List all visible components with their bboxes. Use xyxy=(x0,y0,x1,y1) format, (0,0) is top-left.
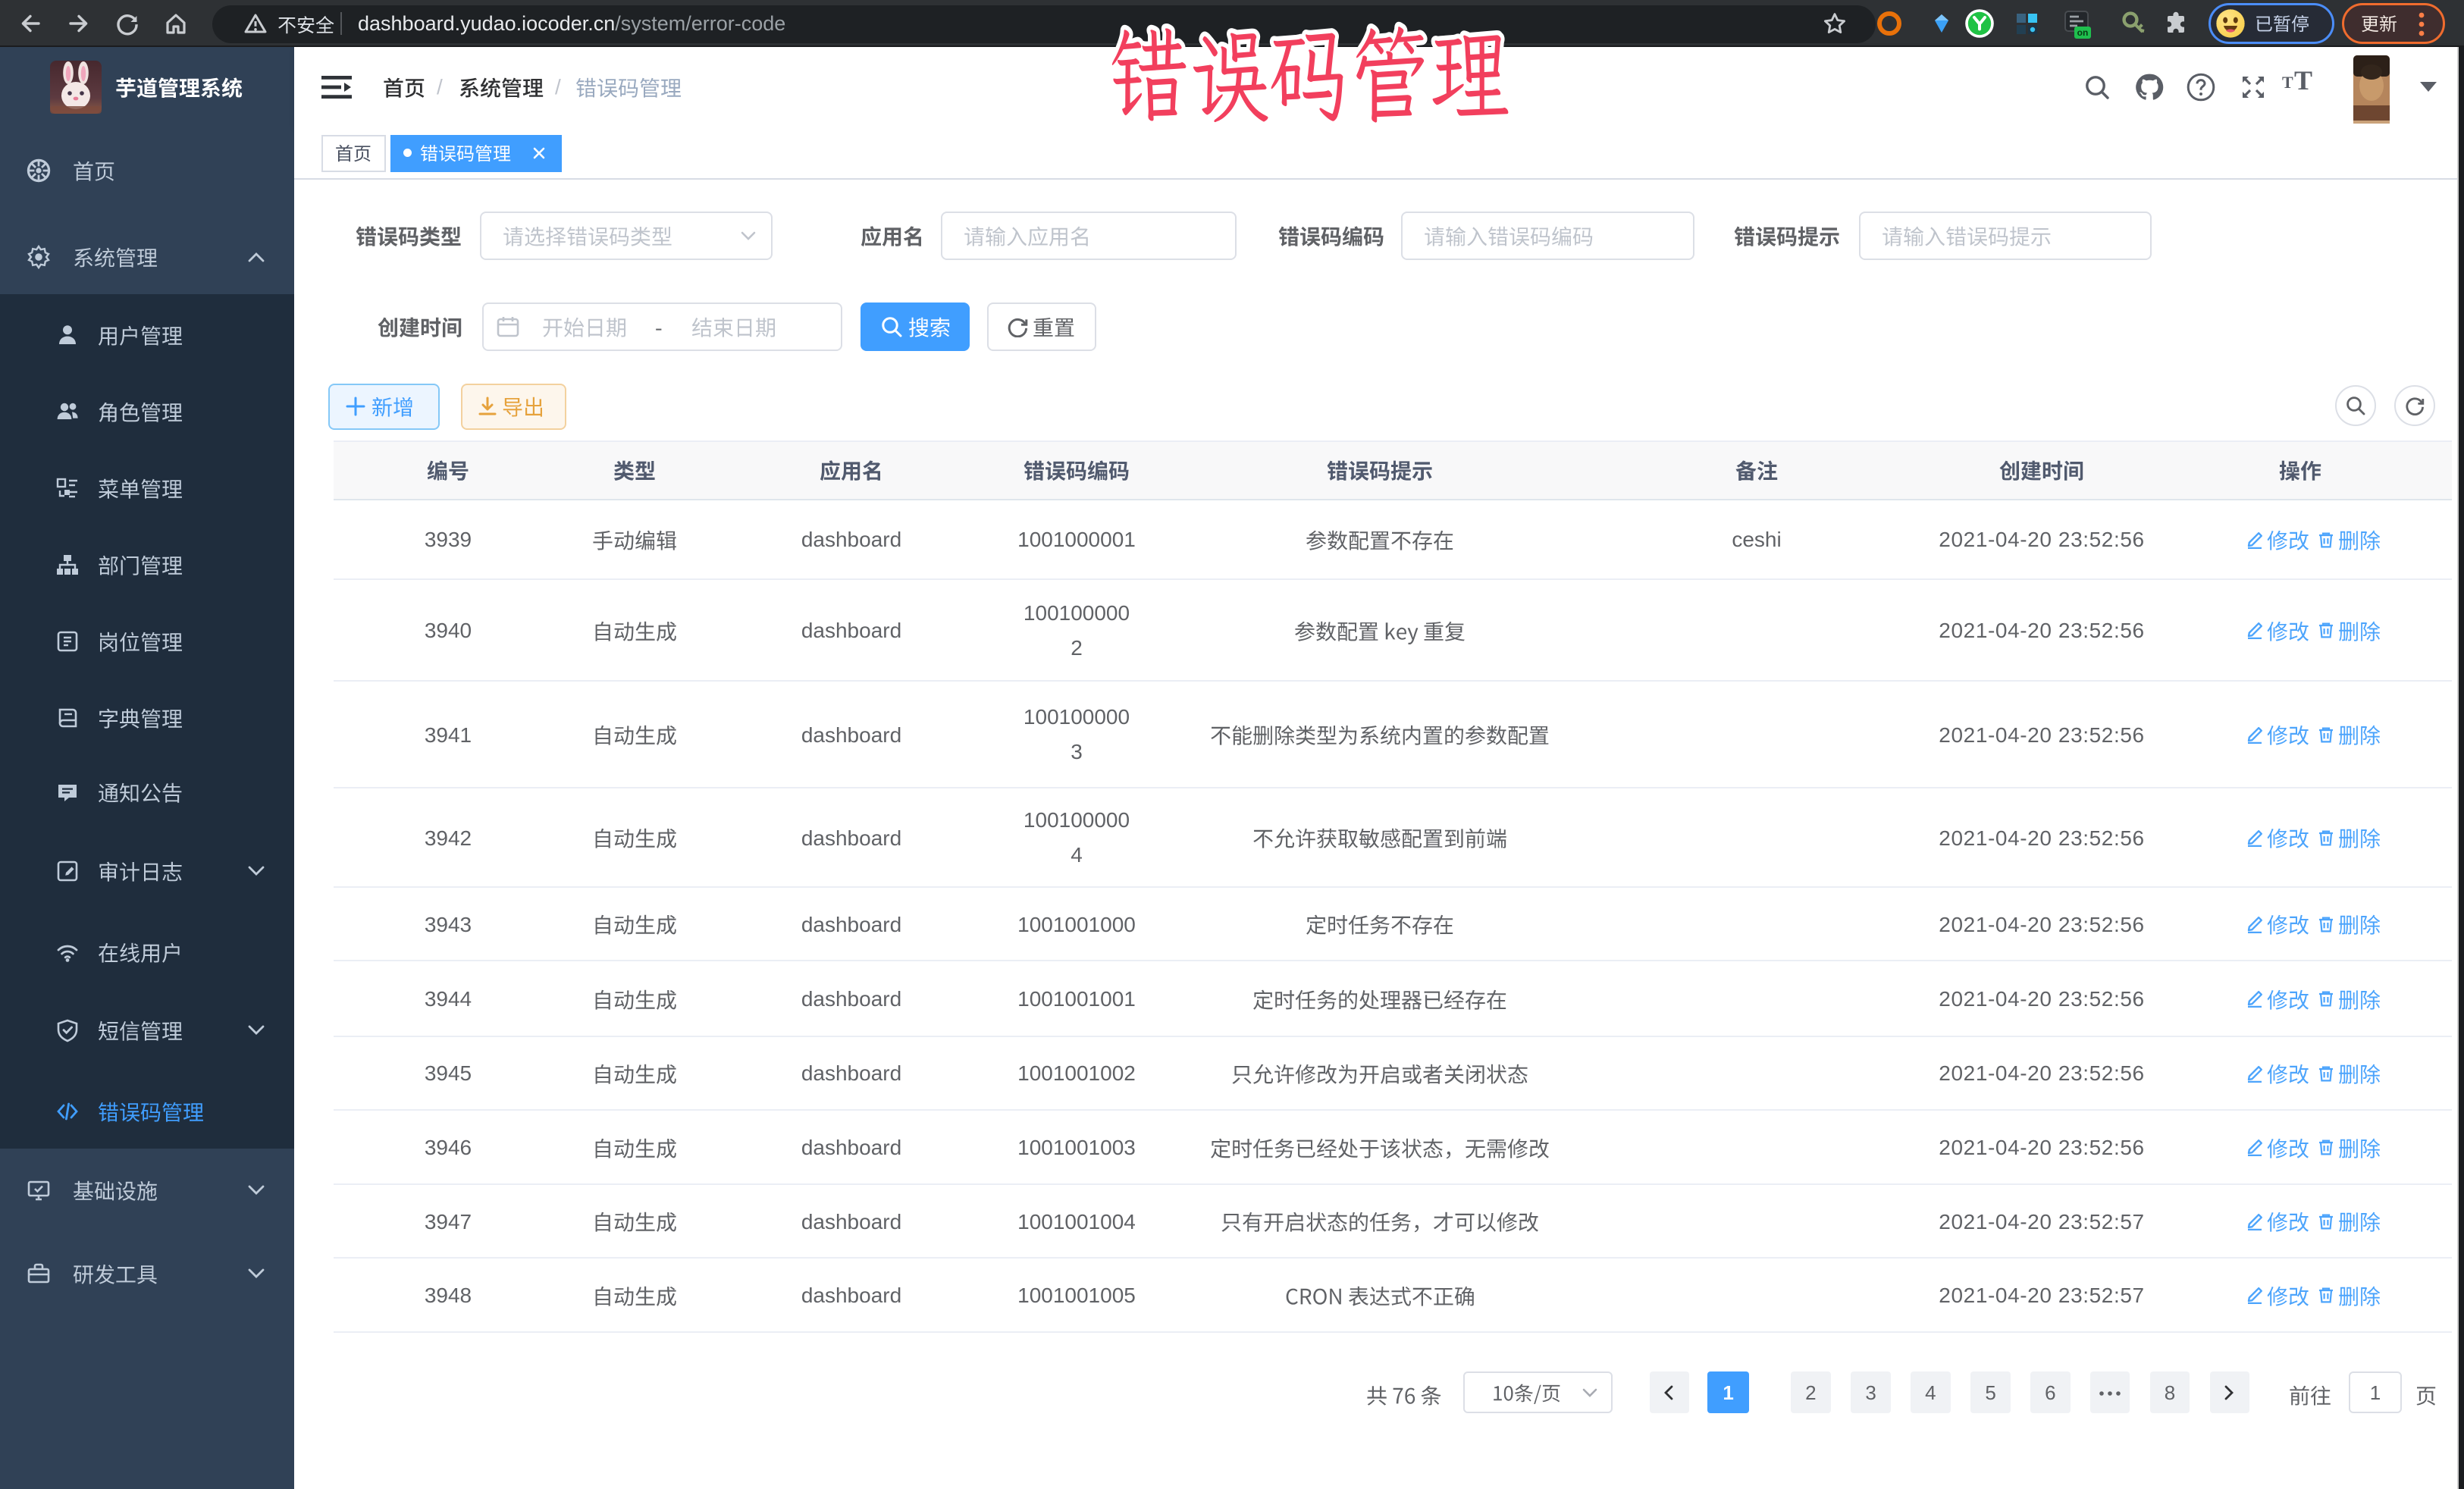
svg-text:on: on xyxy=(2077,27,2089,38)
